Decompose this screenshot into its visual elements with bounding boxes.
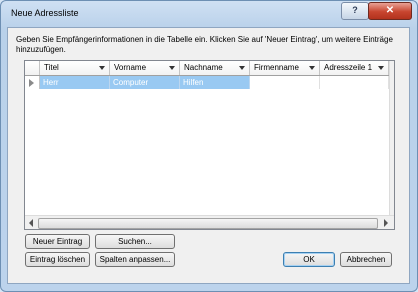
- scroll-thumb[interactable]: [38, 218, 378, 229]
- help-button[interactable]: ?: [341, 2, 369, 20]
- dropdown-arrow-icon[interactable]: [169, 66, 175, 70]
- instructions-text: Geben Sie Empfängerinformationen in die …: [16, 35, 393, 54]
- column-header-label: Nachname: [184, 63, 223, 72]
- table-row[interactable]: Herr Computer Hilfen: [25, 76, 389, 89]
- close-button[interactable]: ✕: [368, 2, 412, 20]
- column-header-label: Vorname: [114, 63, 147, 72]
- cell-titel[interactable]: Herr: [40, 76, 110, 89]
- header-corner: [25, 61, 40, 75]
- vertical-scrollbar[interactable]: [389, 61, 394, 215]
- column-header-vorname[interactable]: Vorname: [110, 61, 180, 75]
- table-header: Titel Vorname Nachname Firmenname Adress…: [25, 61, 389, 76]
- row-selector[interactable]: [25, 76, 40, 89]
- dropdown-arrow-icon[interactable]: [239, 66, 245, 70]
- dropdown-arrow-icon[interactable]: [309, 66, 315, 70]
- search-button[interactable]: Suchen...: [95, 234, 175, 249]
- scroll-right-icon[interactable]: [384, 219, 388, 227]
- window-title: Neue Adressliste: [11, 8, 79, 18]
- ok-button[interactable]: OK: [283, 252, 335, 267]
- current-row-arrow-icon: [29, 79, 34, 87]
- column-header-label: Firmenname: [254, 63, 299, 72]
- address-table[interactable]: Titel Vorname Nachname Firmenname Adress…: [24, 60, 395, 230]
- cell-vorname[interactable]: Computer: [110, 76, 180, 89]
- cell-nachname[interactable]: Hilfen: [180, 76, 250, 89]
- column-header-label: Titel: [44, 63, 59, 72]
- scroll-left-icon[interactable]: [29, 219, 33, 227]
- delete-entry-button[interactable]: Eintrag löschen: [25, 252, 90, 267]
- customize-columns-button[interactable]: Spalten anpassen...: [95, 252, 175, 267]
- column-header-nachname[interactable]: Nachname: [180, 61, 250, 75]
- column-header-firmenname[interactable]: Firmenname: [250, 61, 320, 75]
- column-header-label: Adresszeile 1: [324, 63, 373, 72]
- column-header-titel[interactable]: Titel: [40, 61, 110, 75]
- cell-adresszeile-1[interactable]: [320, 76, 389, 89]
- new-entry-button[interactable]: Neuer Eintrag: [25, 234, 90, 249]
- cell-firmenname[interactable]: [250, 76, 320, 89]
- dropdown-arrow-icon[interactable]: [99, 66, 105, 70]
- title-bar[interactable]: Neue Adressliste ? ✕: [1, 1, 417, 27]
- horizontal-scrollbar[interactable]: [25, 215, 394, 229]
- cancel-button[interactable]: Abbrechen: [340, 252, 392, 267]
- dropdown-arrow-icon[interactable]: [378, 66, 384, 70]
- column-header-adresszeile-1[interactable]: Adresszeile 1: [320, 61, 389, 75]
